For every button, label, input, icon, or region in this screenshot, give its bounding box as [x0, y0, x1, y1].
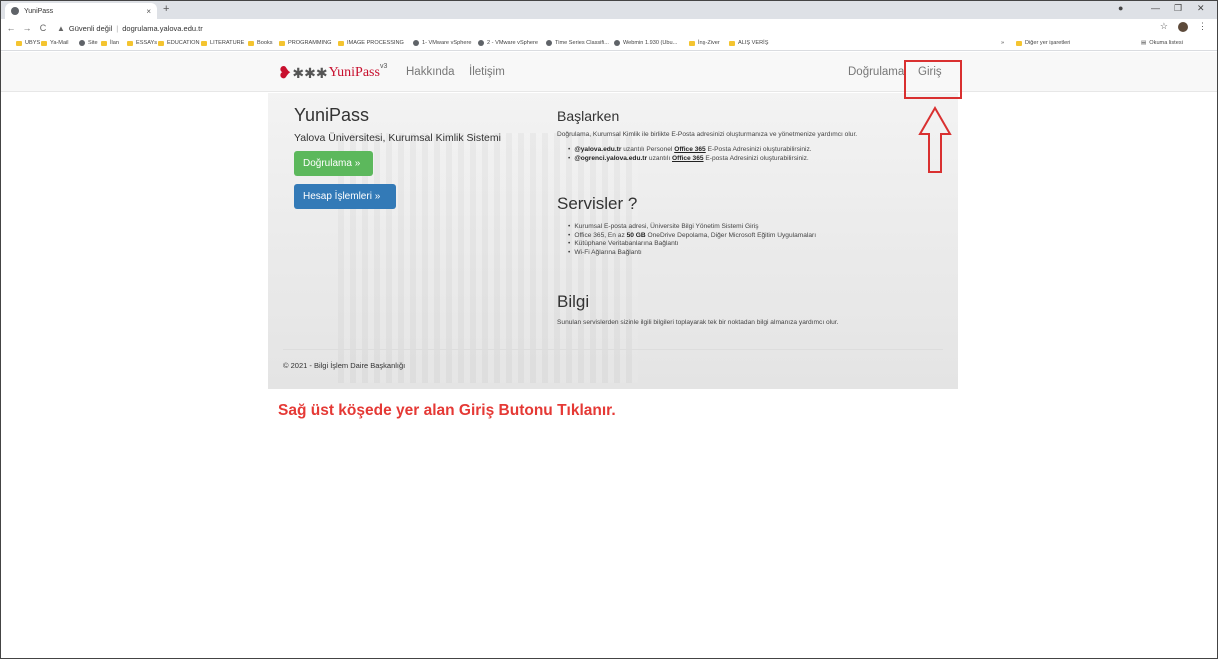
forward-icon[interactable]: → — [21, 23, 33, 33]
brand-text: YuniPass — [328, 65, 380, 80]
list-item: Kütüphane Veritabanlarına Bağlantı — [568, 240, 816, 249]
back-icon[interactable]: ← — [5, 23, 17, 33]
browser-tab[interactable]: YuniPass × — [5, 3, 157, 19]
site-logo[interactable]: ❥ ✱✱✱ YuniPass v3 — [278, 63, 387, 83]
folder-icon — [729, 40, 735, 46]
browser-tabstrip: YuniPass × + ● — ❐ ✕ — [1, 1, 1217, 19]
avatar[interactable] — [1178, 21, 1188, 32]
instruction-text: Sağ üst köşede yer alan Giriş Butonu Tık… — [278, 402, 616, 419]
start-list: @yalova.edu.tr uzantılı Personel Office … — [568, 146, 812, 164]
security-warning: Güvenli değil — [68, 23, 113, 33]
nav-link-about[interactable]: Hakkında — [406, 66, 455, 78]
footer-text: © 2021 - Bilgi İşlem Daire Başkanlığı — [283, 361, 406, 370]
screenshot-frame: YuniPass × + ● — ❐ ✕ ← → C ▲ Güvenli değ… — [0, 0, 1218, 659]
bookmarks-more-button[interactable]: » — [1001, 40, 1004, 46]
new-tab-button[interactable]: + — [163, 3, 169, 15]
close-window-button[interactable]: ✕ — [1197, 3, 1205, 14]
menu-icon[interactable]: ⋮ — [1198, 21, 1207, 32]
globe-icon — [79, 40, 85, 46]
services-list: Kurumsal E-posta adresi, Üniversite Bilg… — [568, 223, 816, 257]
page-title: YuniPass — [294, 105, 370, 125]
bookmark-item[interactable]: Site — [79, 40, 98, 46]
site-navbar: ❥ ✱✱✱ YuniPass v3 Hakkında İletişim Doğr… — [1, 52, 1217, 92]
reload-icon[interactable]: C — [37, 23, 49, 33]
office365-link[interactable]: Office 365 — [674, 146, 706, 153]
reading-list[interactable]: ▤ Okuma listesi — [1141, 40, 1183, 46]
bookmark-item[interactable]: LITERATURE — [201, 40, 244, 46]
bookmark-item[interactable]: Webmin 1.930 (Ubu... — [614, 40, 677, 46]
folder-icon — [16, 40, 22, 46]
divider — [283, 349, 943, 350]
bookmark-item[interactable]: Books — [248, 40, 273, 46]
bookmark-item[interactable]: UBYS — [16, 40, 40, 46]
section-text-start: Doğrulama, Kurumsal Kimlik ile birlikte … — [557, 131, 858, 138]
folder-icon — [201, 40, 207, 46]
section-title-info: Bilgi — [557, 292, 590, 311]
bookmark-item[interactable]: İlan — [101, 40, 119, 46]
profile-indicator-icon: ● — [1118, 3, 1124, 13]
folder-icon — [101, 40, 107, 46]
bookmark-item[interactable]: EDUCATION — [158, 40, 200, 46]
tab-title: YuniPass — [24, 7, 54, 15]
folder-icon — [338, 40, 344, 46]
bookmark-item[interactable]: 1- VMware vSphere — [413, 40, 471, 46]
bookmark-item[interactable]: Time Series Classifi... — [546, 40, 609, 46]
folder-icon — [127, 40, 133, 46]
globe-icon — [614, 40, 620, 46]
bookmark-item[interactable]: ALIŞ VERİŞ — [729, 40, 768, 46]
bookmarks-bar: » Diğer yer işaretleri ▤ Okuma listesi UB… — [1, 37, 1217, 51]
account-operations-button[interactable]: Hesap İşlemleri » — [294, 184, 396, 209]
close-tab-icon[interactable]: × — [146, 7, 151, 16]
list-item: @ogrenci.yalova.edu.tr uzantılı Office 3… — [568, 155, 812, 164]
address-bar[interactable]: ▲ Güvenli değil | dogrulama.yalova.edu.t… — [57, 24, 203, 33]
section-text-info: Sunulan servislerden sizinle ilgili bilg… — [557, 319, 839, 326]
verify-button[interactable]: Doğrulama » — [294, 151, 373, 176]
web-page: ❥ ✱✱✱ YuniPass v3 Hakkında İletişim Doğr… — [1, 52, 1217, 658]
bookmark-item[interactable]: İnş-Ziver — [689, 40, 720, 46]
folder-icon — [41, 40, 47, 46]
browser-toolbar: ← → C ▲ Güvenli değil | dogrulama.yalova… — [1, 19, 1217, 37]
warning-icon: ▲ — [57, 23, 65, 33]
globe-icon — [11, 7, 19, 15]
nav-link-contact[interactable]: İletişim — [469, 66, 505, 78]
bookmark-item[interactable]: IMAGE PROCESSING — [338, 40, 404, 46]
office365-link[interactable]: Office 365 — [672, 155, 704, 162]
bookmark-item[interactable]: Ya-Mail — [41, 40, 69, 46]
logo-mark-icon: ❥ — [278, 65, 292, 82]
section-title-services: Servisler ? — [557, 194, 638, 213]
reading-list-icon: ▤ — [1141, 40, 1147, 46]
bookmark-item[interactable]: ESSAYs — [127, 40, 157, 46]
list-item: Kurumsal E-posta adresi, Üniversite Bilg… — [568, 223, 816, 232]
brand-version: v3 — [379, 62, 388, 70]
list-item: Office 365, En az 50 GB OneDrive Depolam… — [568, 232, 816, 241]
globe-icon — [413, 40, 419, 46]
folder-icon — [248, 40, 254, 46]
bookmark-item[interactable]: PROGRAMMING — [279, 40, 332, 46]
separator: | — [116, 23, 119, 33]
bookmark-star-icon[interactable]: ☆ — [1160, 21, 1168, 32]
globe-icon — [478, 40, 484, 46]
bookmark-item[interactable]: 2 - VMware vSphere — [478, 40, 538, 46]
maximize-button[interactable]: ❐ — [1174, 3, 1182, 14]
up-arrow-icon — [918, 106, 952, 173]
minimize-button[interactable]: — — [1151, 3, 1160, 13]
list-item: Wi-Fi Ağlarına Bağlantı — [568, 249, 816, 258]
page-subtitle: Yalova Üniversitesi, Kurumsal Kimlik Sis… — [294, 132, 501, 144]
list-item: @yalova.edu.tr uzantılı Personel Office … — [568, 146, 811, 155]
nav-link-verify[interactable]: Doğrulama — [848, 66, 904, 78]
folder-icon — [689, 40, 695, 46]
folder-icon — [1016, 40, 1022, 46]
url-text[interactable]: dogrulama.yalova.edu.tr — [122, 24, 202, 33]
folder-icon — [158, 40, 164, 46]
main-content: YuniPass Yalova Üniversitesi, Kurumsal K… — [268, 93, 958, 389]
section-title-start: Başlarken — [557, 108, 620, 124]
folder-icon — [279, 40, 285, 46]
other-bookmarks[interactable]: Diğer yer işaretleri — [1016, 40, 1070, 46]
logo-stars-icon: ✱✱✱ — [292, 64, 328, 81]
login-highlight-box — [904, 60, 962, 99]
globe-icon — [546, 40, 552, 46]
